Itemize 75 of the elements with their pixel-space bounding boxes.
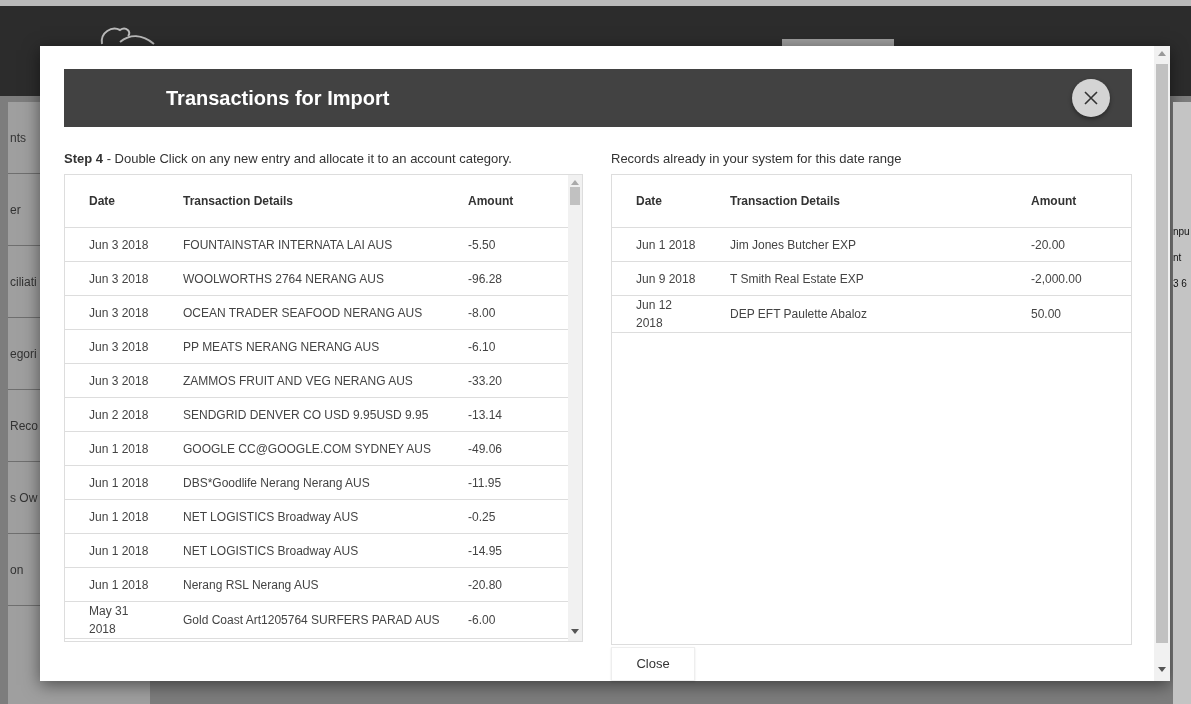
table-cell-text: -49.06	[468, 440, 504, 458]
scroll-up-icon[interactable]	[571, 179, 579, 185]
table-cell-text: May 31 2018	[88, 603, 130, 638]
table-cell-text: -96.28	[468, 270, 504, 288]
column-header: Date	[635, 193, 663, 210]
instruction-text: Step 4 - Double Click on any new entry and allocate it to an account category.	[64, 150, 513, 167]
column-header: Amount	[468, 193, 515, 210]
dialog-title: Transactions for Import	[166, 86, 390, 111]
column-header: Date	[88, 193, 116, 210]
table-cell-text: Jun 1 2018	[88, 576, 150, 594]
table-cell-text: Jun 1 2018	[88, 542, 150, 560]
table-cell-text: NET LOGISTICS Broadway AUS	[183, 508, 360, 526]
instruction-text: Records already in your system for this date range	[611, 150, 903, 167]
table-cell-text: 50.00	[1031, 306, 1063, 323]
column-header: Amount	[1031, 193, 1078, 210]
background-text: nt	[1173, 252, 1182, 264]
close-icon	[1084, 91, 1098, 105]
scroll-down-icon[interactable]	[1158, 667, 1166, 673]
table-cell-text: Jun 1 2018	[635, 236, 697, 254]
table-cell-text: GOOGLE CC@GOOGLE.COM SYDNEY AUS	[183, 440, 432, 458]
table-cell-text: WOOLWORTHS 2764 NERANG AUS	[183, 270, 385, 288]
scroll-up-icon[interactable]	[1158, 50, 1166, 56]
scrollbar[interactable]	[568, 175, 582, 641]
table-cell-text: Jun 1 2018	[88, 474, 150, 492]
close-button[interactable]	[1072, 79, 1110, 117]
table-cell-text: T Smith Real Estate EXP	[730, 270, 865, 288]
sidebar-item[interactable]: s Ow	[10, 488, 38, 507]
table-cell-text: SENDGRID DENVER CO USD 9.95USD 9.95	[183, 406, 430, 424]
table-cell-text: DEP EFT Paulette Abaloz	[730, 306, 868, 323]
table-cell-text: -33.20	[468, 372, 504, 390]
column-header: Transaction Details	[183, 193, 295, 210]
table-cell-text: NET LOGISTICS Broadway AUS	[183, 542, 360, 560]
scrollbar-thumb[interactable]	[1156, 64, 1168, 643]
scrollbar[interactable]	[1154, 46, 1170, 681]
table-cell-text: -5.50	[468, 236, 497, 254]
table-cell-text: -2,000.00	[1031, 270, 1083, 288]
table-cell-text: -20.00	[1031, 236, 1067, 254]
sidebar-item[interactable]: Reco	[10, 416, 38, 435]
sidebar-item[interactable]: on	[10, 560, 24, 579]
table-cell-text: DBS*Goodlife Nerang Nerang AUS	[183, 474, 371, 492]
table-cell-text: Nerang RSL Nerang AUS	[183, 576, 320, 594]
table-cell-text: -14.95	[468, 542, 504, 560]
table-cell-text: -6.00	[468, 612, 497, 629]
table-cell-text: -6.10	[468, 338, 497, 356]
table-cell-text: OCEAN TRADER SEAFOOD NERANG AUS	[183, 304, 424, 322]
table-cell-text: PP MEATS NERANG NERANG AUS	[183, 338, 381, 356]
table-cell-text: -8.00	[468, 304, 497, 322]
table-cell-text: Jun 12 2018	[635, 297, 674, 332]
table-cell-text: Jun 9 2018	[635, 270, 697, 288]
scrollbar-thumb[interactable]	[570, 187, 580, 205]
table-cell-text: Jun 2 2018	[88, 406, 150, 424]
scroll-down-icon[interactable]	[571, 629, 579, 635]
background-text: 3 6	[1173, 278, 1187, 290]
sidebar-item[interactable]: nts	[10, 128, 26, 147]
table-cell-text: -20.80	[468, 576, 504, 594]
table-cell-text: Jim Jones Butcher EXP	[730, 236, 858, 254]
sidebar-item[interactable]: er	[10, 200, 21, 219]
table-cell-text: Jun 1 2018	[88, 440, 150, 458]
table-cell-text: Jun 3 2018	[88, 338, 150, 356]
table-cell-text: -0.25	[468, 508, 497, 526]
table-cell-text: Jun 3 2018	[88, 236, 150, 254]
table-cell-text: Gold Coast Art1205764 SURFERS PARAD AUS	[183, 612, 441, 629]
table-cell-text: ZAMMOS FRUIT AND VEG NERANG AUS	[183, 372, 414, 390]
column-header: Transaction Details	[730, 193, 842, 210]
sidebar-item[interactable]: ciliati	[10, 272, 37, 291]
table-cell-text: FOUNTAINSTAR INTERNATA LAI AUS	[183, 236, 394, 254]
table-cell-text: Jun 1 2018	[88, 508, 150, 526]
table-cell-text: -11.95	[468, 474, 503, 492]
background-text: npu	[1173, 226, 1190, 238]
sidebar-item[interactable]: egori	[10, 344, 37, 363]
table-cell-text: -13.14	[468, 406, 504, 424]
table-cell-text: Jun 3 2018	[88, 304, 150, 322]
close-button[interactable]: Close	[611, 647, 695, 681]
table-cell-text: Jun 3 2018	[88, 372, 150, 390]
table-cell-text: Jun 3 2018	[88, 270, 150, 288]
